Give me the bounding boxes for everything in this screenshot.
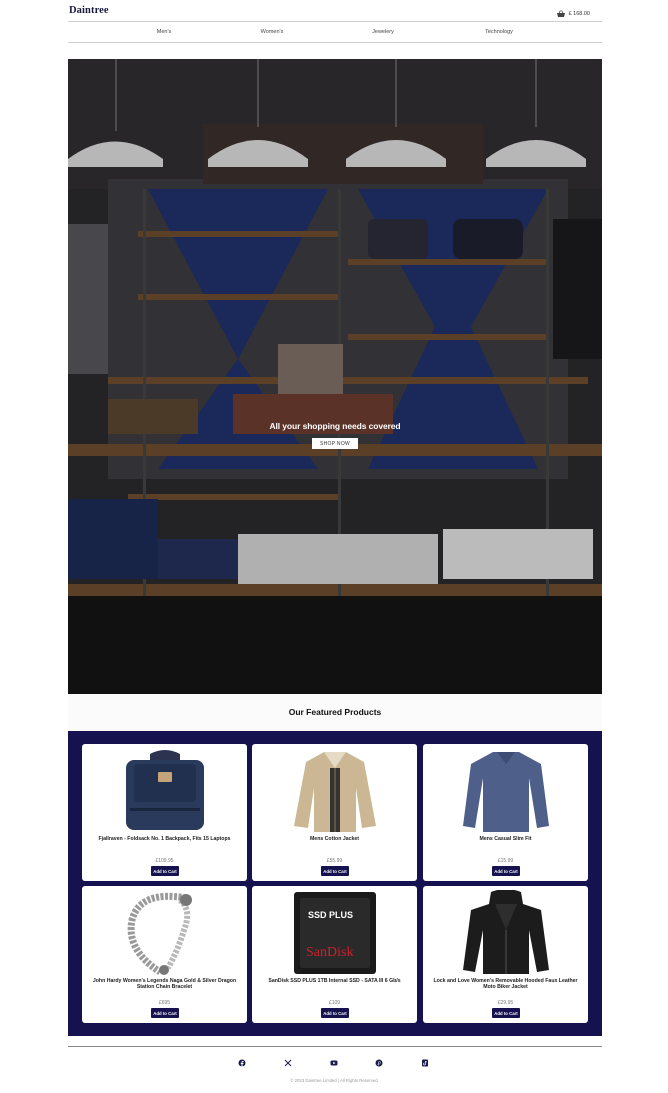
product-price: £55.99 [326,858,343,864]
add-to-cart-button[interactable]: Add to Cart [151,866,179,876]
add-to-cart-button[interactable]: Add to Cart [321,866,349,876]
pinterest-link[interactable] [375,1059,383,1067]
footer-divider [68,1046,602,1047]
ssd-brand-label: SanDisk [306,945,353,960]
hero-overlay [68,59,602,694]
product-price: £109.95 [155,858,174,864]
product-card[interactable]: Fjallraven - Foldsack No. 1 Backpack, Fi… [82,744,247,881]
hero-banner: All your shopping needs covered SHOP NOW [68,59,602,694]
product-image [423,890,588,976]
cart-button[interactable]: £ 168.00 [556,5,590,23]
main-nav: Men's Women's Jewelery Technology [68,22,602,43]
copyright: © 2023 Daintree Limited | All Rights Res… [290,1078,378,1083]
site-logo[interactable]: Daintree [69,5,109,16]
nav-jewelery[interactable]: Jewelery [372,29,394,35]
product-name: Fjallraven - Foldsack No. 1 Backpack, Fi… [98,836,231,842]
add-to-cart-button[interactable]: Add to Cart [492,866,520,876]
ssd-icon: SSD PLUS SanDisk [293,892,376,974]
product-price: £15.99 [497,858,514,864]
add-to-cart-button[interactable]: Add to Cart [492,1008,520,1018]
add-to-cart-button[interactable]: Add to Cart [151,1008,179,1018]
facebook-icon [238,1059,246,1067]
product-image: SSD PLUS SanDisk [252,890,417,976]
product-price: £29.95 [497,1000,514,1006]
product-card[interactable]: John Hardy Women's Legends Naga Gold & S… [82,886,247,1023]
pinterest-icon [375,1059,383,1067]
basket-icon [556,5,566,23]
site-header: Daintree £ 168.00 [68,0,602,22]
product-card[interactable]: Mens Casual Slim Fit £15.99 Add to Cart [423,744,588,881]
tiktok-link[interactable] [421,1059,429,1067]
hero-title: All your shopping needs covered [269,421,401,431]
product-grid: Fjallraven - Foldsack No. 1 Backpack, Fi… [68,731,602,1036]
product-name: Mens Cotton Jacket [309,836,359,842]
nav-technology[interactable]: Technology [485,29,513,35]
x-icon [284,1059,292,1067]
shop-now-button[interactable]: SHOP NOW [312,438,358,449]
featured-title: Our Featured Products [288,707,382,717]
featured-header: Our Featured Products [68,694,602,731]
product-card[interactable]: Mens Cotton Jacket £55.99 Add to Cart [252,744,417,881]
backpack-icon [125,750,204,830]
product-image [252,748,417,834]
youtube-icon [330,1060,338,1066]
facebook-link[interactable] [238,1059,246,1067]
product-card[interactable]: Lock and Love Women's Removable Hooded F… [423,886,588,1023]
nav-womens[interactable]: Women's [261,29,284,35]
shirt-icon [462,752,549,832]
product-image [82,748,247,834]
add-to-cart-button[interactable]: Add to Cart [321,1008,349,1018]
jacket-icon [293,752,376,832]
product-card[interactable]: SSD PLUS SanDisk SanDisk SSD PLUS 1TB In… [252,886,417,1023]
product-image [423,748,588,834]
product-name: Mens Casual Slim Fit [479,836,532,842]
leather-jacket-icon [462,890,549,974]
youtube-link[interactable] [330,1059,338,1067]
product-name: John Hardy Women's Legends Naga Gold & S… [92,978,237,991]
ssd-model-label: SSD PLUS [308,910,353,920]
product-image [82,890,247,976]
bracelet-icon [127,892,192,975]
nav-mens[interactable]: Men's [157,29,172,35]
product-price: £695 [158,1000,171,1006]
product-price: £109 [328,1000,341,1006]
cart-total: £ 168.00 [568,11,590,17]
x-link[interactable] [284,1059,292,1067]
product-name: Lock and Love Women's Removable Hooded F… [433,978,578,991]
product-name: SanDisk SSD PLUS 1TB Internal SSD - SATA… [268,978,401,984]
tiktok-icon [422,1059,428,1067]
